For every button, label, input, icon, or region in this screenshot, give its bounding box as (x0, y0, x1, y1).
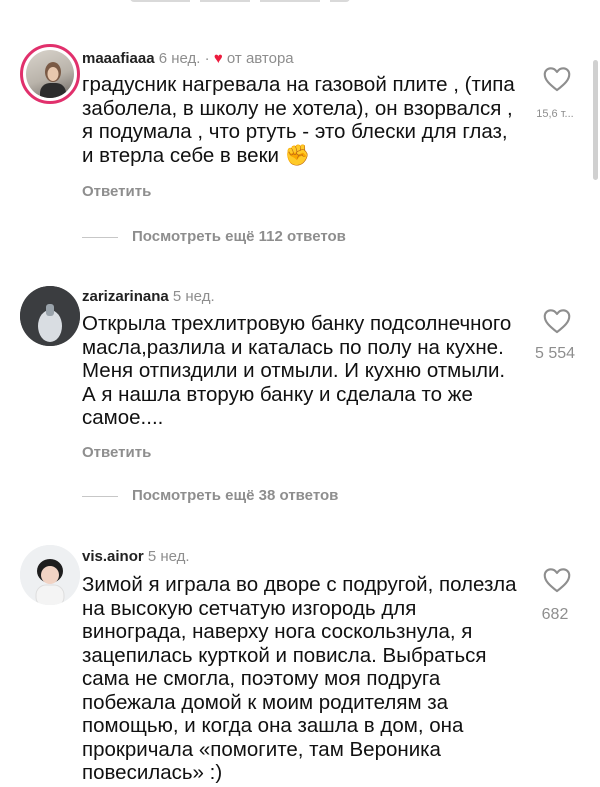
avatar-photo (20, 545, 80, 605)
heart-filled-icon: ♥ (213, 50, 223, 67)
heart-outline-icon[interactable] (543, 66, 571, 92)
comment-text: градусник нагревала на газовой плите , (… (82, 73, 515, 167)
avatar[interactable] (20, 545, 80, 605)
reply-button[interactable]: Ответить (82, 444, 151, 461)
reply-button[interactable]: Ответить (82, 183, 151, 200)
avatar-photo (20, 286, 80, 346)
like-count: 15,6 т... (536, 108, 574, 120)
comment-time: 5 нед. (147, 548, 190, 565)
avatar-photo (40, 62, 66, 98)
comment-time: 6 нед. (158, 50, 201, 67)
heart-outline-icon[interactable] (543, 308, 571, 334)
divider-line (82, 495, 118, 497)
divider-line (82, 236, 118, 238)
comment-text: Зимой я играла во дворе с подругой, поле… (82, 573, 517, 784)
view-more-replies-label: Посмотреть ещё 38 ответов (132, 487, 339, 504)
comment-meta: zarizarinana 5 нед. (82, 288, 215, 305)
comment-time: 5 нед. (172, 288, 215, 305)
comment-meta: vis.ainor 5 нед. (82, 548, 190, 565)
author-label: от автора (226, 50, 294, 67)
previous-comment-cutoff (130, 0, 350, 2)
view-more-replies[interactable]: Посмотреть ещё 112 ответов (82, 228, 346, 245)
heart-outline-icon[interactable] (543, 567, 571, 593)
comment-text: Открыла трехлитровую банку подсолнечного… (82, 312, 512, 429)
like-count: 5 554 (534, 345, 576, 362)
comment-meta: maaafiaaa 6 нед. · ♥ от автора (82, 50, 294, 67)
view-more-replies-label: Посмотреть ещё 112 ответов (132, 228, 346, 245)
like-count: 682 (541, 606, 569, 623)
avatar[interactable] (20, 44, 80, 104)
username[interactable]: maaafiaaa (82, 50, 155, 67)
username[interactable]: vis.ainor (82, 548, 144, 565)
username[interactable]: zarizarinana (82, 288, 169, 305)
scrollbar[interactable] (593, 60, 598, 180)
view-more-replies[interactable]: Посмотреть ещё 38 ответов (82, 487, 338, 504)
separator: · (204, 50, 210, 67)
avatar[interactable] (20, 286, 80, 346)
